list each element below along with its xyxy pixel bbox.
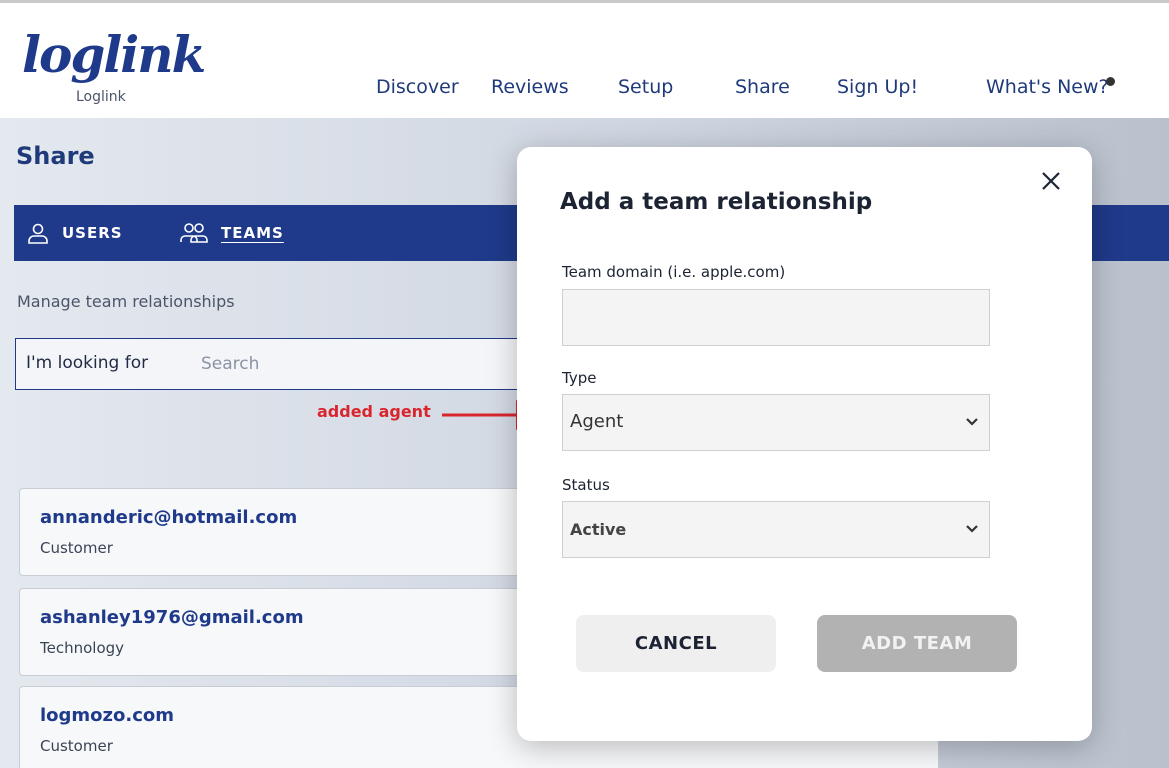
type-select[interactable]: Agent (562, 394, 990, 451)
manage-relationships-text: Manage team relationships (17, 292, 235, 311)
list-item-title[interactable]: annanderic@hotmail.com (40, 507, 297, 528)
status-select-value: Active (570, 520, 627, 539)
page-title: Share (16, 142, 95, 170)
annotation-label: added agent (317, 402, 431, 421)
add-team-button[interactable]: ADD TEAM (817, 615, 1017, 672)
nav-sign-up[interactable]: Sign Up! (837, 76, 918, 98)
status-select[interactable]: Active (562, 501, 990, 558)
search-label: I'm looking for (26, 353, 149, 373)
close-icon[interactable] (1039, 169, 1063, 193)
team-icon (180, 223, 208, 243)
list-item-type: Customer (40, 539, 113, 557)
chevron-down-icon (966, 525, 978, 533)
list-item-title[interactable]: logmozo.com (40, 705, 174, 726)
nav-whats-new[interactable]: What's New? (986, 76, 1109, 98)
modal-title: Add a team relationship (560, 189, 873, 215)
tab-teams-label: TEAMS (221, 224, 284, 242)
status-label: Status (562, 476, 610, 494)
type-select-value: Agent (570, 411, 624, 432)
loglink-logo[interactable]: loglink (22, 25, 206, 85)
list-item-type: Technology (40, 639, 125, 657)
search-input[interactable] (201, 349, 521, 379)
list-item-title[interactable]: ashanley1976@gmail.com (40, 607, 304, 628)
tab-users[interactable]: USERS (26, 205, 123, 261)
tab-users-label: USERS (62, 224, 123, 242)
team-domain-input[interactable] (563, 290, 989, 345)
nav-setup[interactable]: Setup (618, 76, 673, 98)
add-team-modal: Add a team relationship Team domain (i.e… (517, 147, 1092, 741)
cancel-button[interactable]: CANCEL (576, 615, 776, 672)
nav-share[interactable]: Share (735, 76, 790, 98)
tab-teams[interactable]: TEAMS (179, 205, 284, 261)
team-domain-label: Team domain (i.e. apple.com) (562, 263, 786, 281)
list-item-type: Customer (40, 737, 113, 755)
nav-reviews[interactable]: Reviews (491, 76, 569, 98)
nav-discover[interactable]: Discover (376, 76, 459, 98)
top-header: loglink Loglink Discover Reviews Setup S… (0, 0, 1169, 118)
logo-subtitle: Loglink (76, 89, 126, 105)
chevron-down-icon (966, 418, 978, 426)
type-label: Type (562, 369, 597, 387)
notification-dot (1106, 77, 1115, 86)
search-box: I'm looking for (15, 338, 535, 390)
user-icon (28, 223, 48, 244)
team-domain-field-box (562, 289, 990, 346)
